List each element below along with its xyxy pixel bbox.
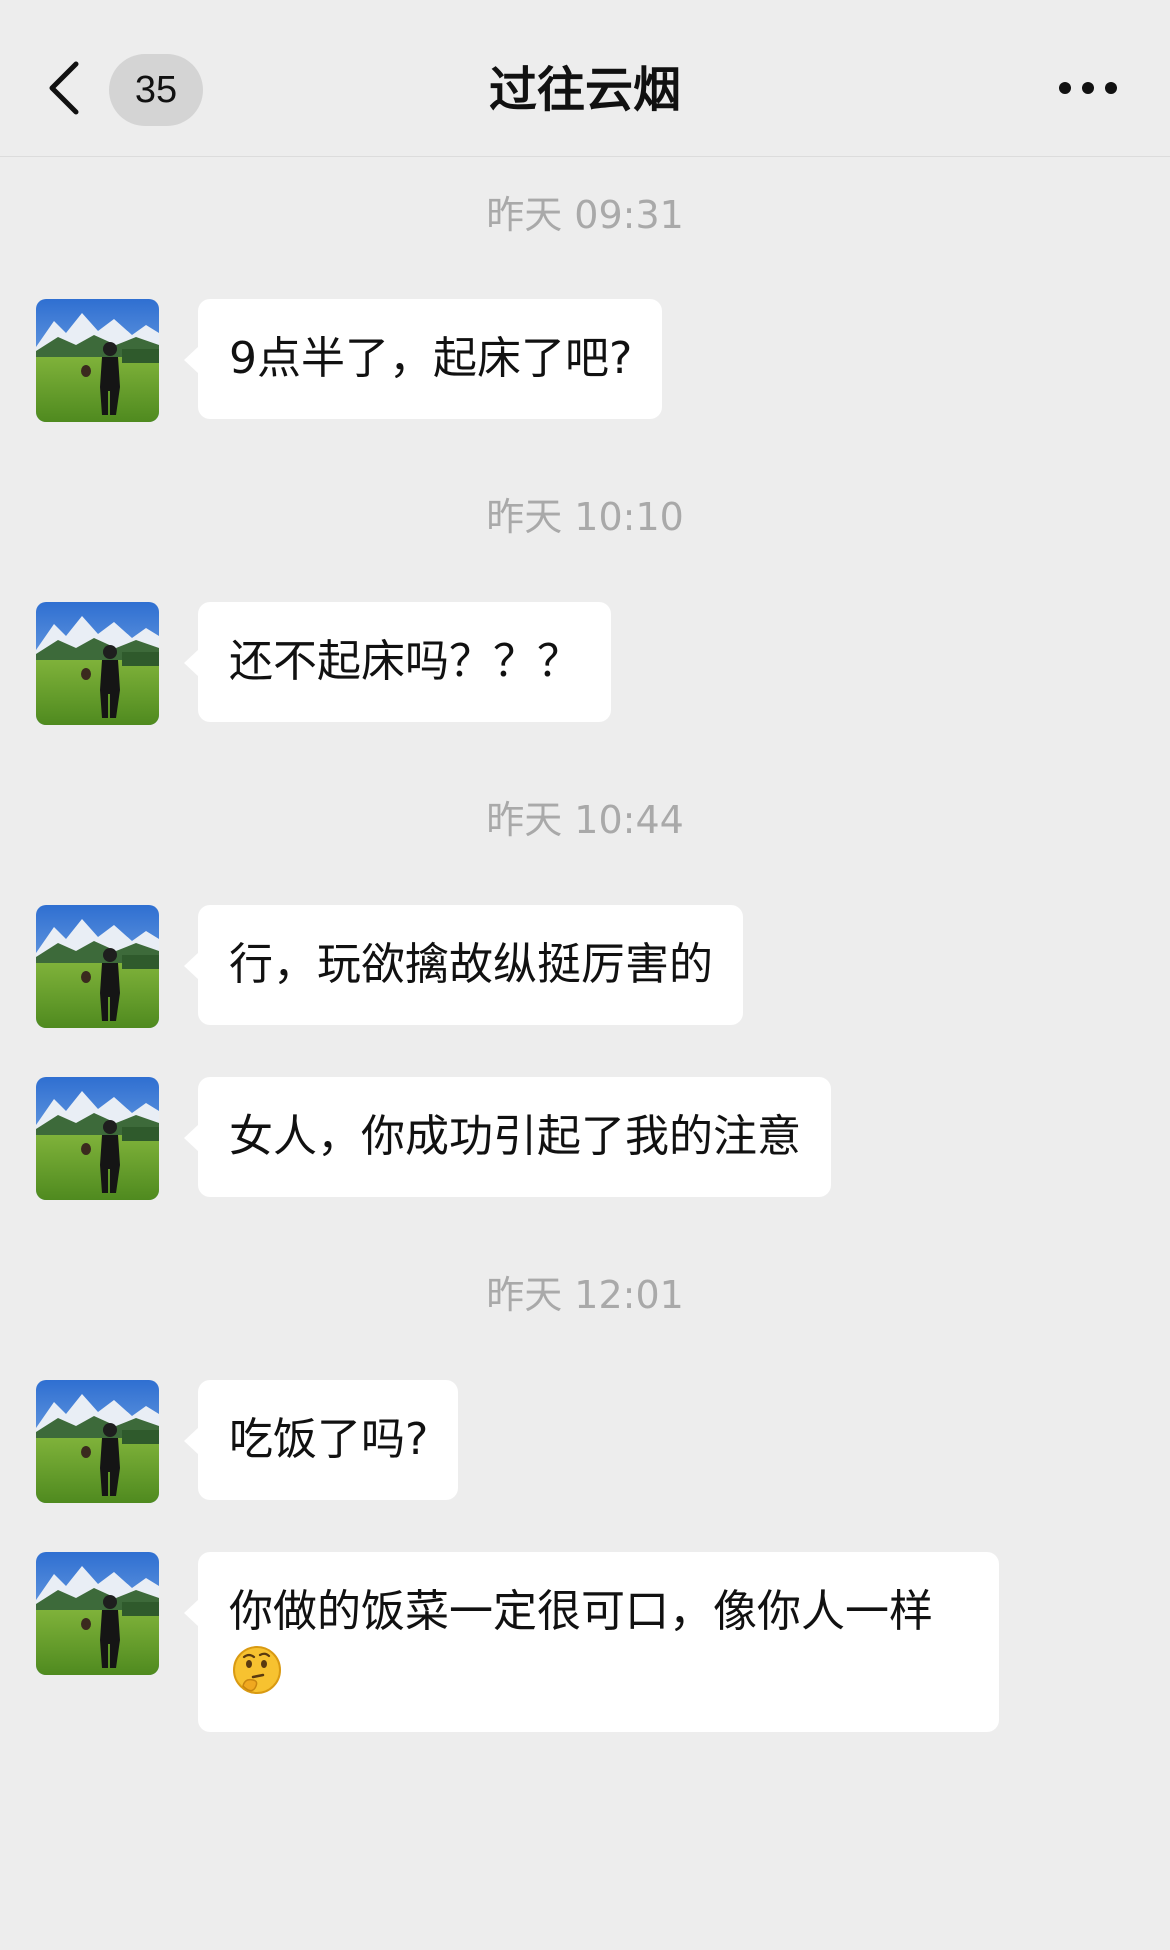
message-text: 吃饭了吗? — [229, 1414, 429, 1465]
sender-avatar[interactable] — [36, 905, 159, 1028]
message-bubble[interactable]: 吃饭了吗? — [183, 1380, 459, 1500]
sender-avatar[interactable] — [36, 1552, 159, 1675]
message-bubble[interactable]: 你做的饭菜一定很可口，像你人一样 — [184, 1552, 999, 1732]
avatar-landscape-image — [36, 1077, 159, 1200]
chat-title[interactable]: 过往云烟 — [300, 50, 870, 130]
back-button[interactable] — [44, 58, 84, 118]
message-text: 还不起床吗？？？ — [229, 636, 581, 687]
message-bubble[interactable]: 女人，你成功引起了我的注意 — [184, 1077, 831, 1197]
ellipsis-icon — [1048, 68, 1128, 108]
thinking-face-emoji-icon — [231, 1644, 283, 1696]
message-timestamp: 昨天 10:10 — [486, 495, 684, 539]
message-text: 行，玩欲擒故纵挺厉害的 — [229, 939, 713, 990]
message-bubble[interactable]: 还不起床吗？？？ — [184, 602, 611, 722]
avatar-landscape-image — [36, 1380, 159, 1503]
avatar-landscape-image — [36, 1552, 159, 1675]
message-bubble[interactable]: 9点半了，起床了吧? — [183, 299, 663, 419]
message-text: 女人，你成功引起了我的注意 — [229, 1111, 801, 1162]
message-text: 你做的饭菜一定很可口，像你人一样 — [229, 1586, 933, 1637]
more-button[interactable] — [1048, 68, 1128, 108]
avatar-landscape-image — [36, 299, 159, 422]
chat-header: 35 过往云烟 — [0, 0, 1170, 157]
sender-avatar[interactable] — [36, 1380, 159, 1503]
message-timestamp: 昨天 09:31 — [486, 193, 684, 237]
message-text: 9点半了，起床了吧? — [229, 333, 633, 384]
sender-avatar[interactable] — [36, 299, 159, 422]
avatar-landscape-image — [36, 905, 159, 1028]
sender-avatar[interactable] — [36, 1077, 159, 1200]
avatar-landscape-image — [36, 602, 159, 725]
unread-count-badge[interactable]: 35 — [109, 54, 203, 126]
message-timestamp: 昨天 12:01 — [486, 1273, 684, 1317]
message-bubble[interactable]: 行，玩欲擒故纵挺厉害的 — [184, 905, 743, 1025]
sender-avatar[interactable] — [36, 602, 159, 725]
chevron-left-icon — [44, 58, 84, 118]
message-timestamp: 昨天 10:44 — [486, 798, 684, 842]
